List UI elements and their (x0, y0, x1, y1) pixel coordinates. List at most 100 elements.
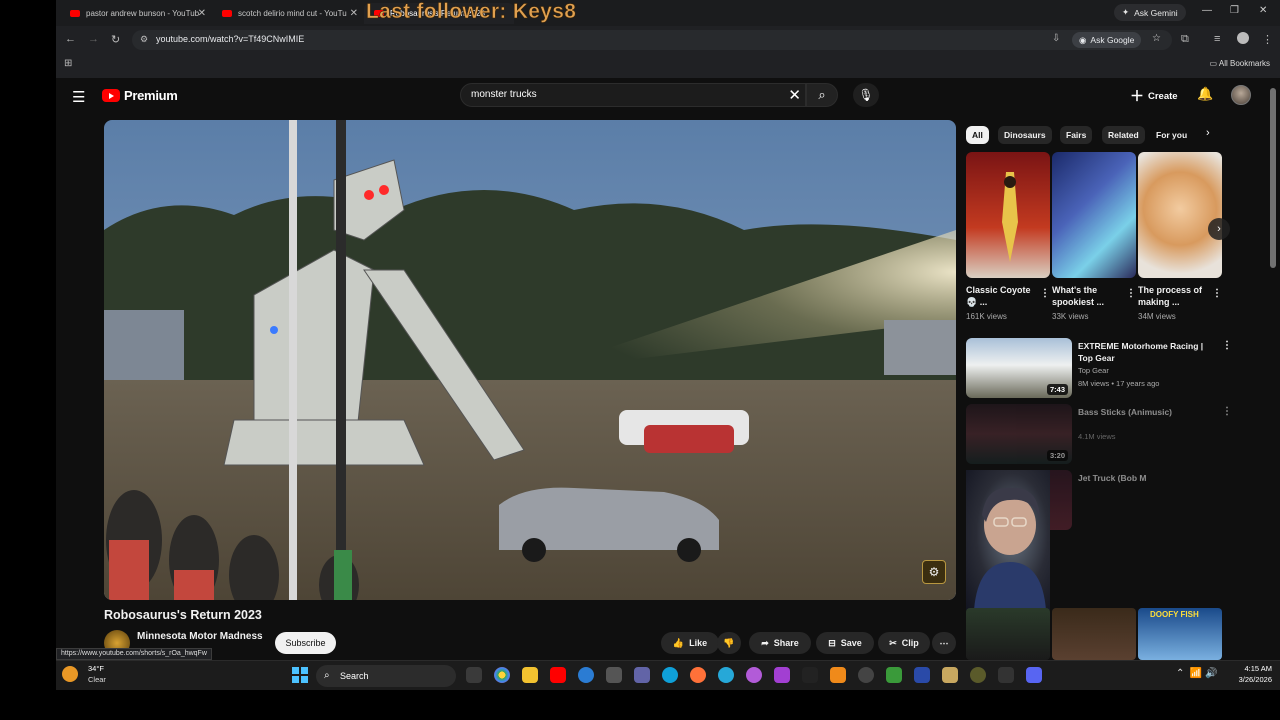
edge-icon[interactable] (662, 667, 678, 683)
taskbar-search-label: Search (340, 671, 369, 681)
app-icon[interactable] (886, 667, 902, 683)
firefox-icon[interactable] (690, 667, 706, 683)
account-avatar[interactable] (1231, 85, 1251, 105)
bottom-thumbnail[interactable] (966, 608, 1050, 660)
weather-moon-icon[interactable] (62, 666, 78, 682)
share-button[interactable]: ➦ Share (749, 632, 811, 654)
app-icon[interactable] (802, 667, 818, 683)
app-icon[interactable] (634, 667, 650, 683)
more-vertical-icon[interactable]: ⋮ (1126, 288, 1136, 299)
address-bar[interactable]: ⚙ youtube.com/watch?v=Tf49CNwIMIE ⇩ ◉ As… (132, 30, 1172, 50)
app-icon[interactable] (998, 667, 1014, 683)
ask-google-button[interactable]: ◉ Ask Google (1072, 32, 1142, 48)
clip-button[interactable]: ✂ Clip (878, 632, 930, 654)
close-tab-icon[interactable]: ✕ (198, 8, 206, 19)
weather-temperature[interactable]: 34°F (88, 664, 104, 673)
short-card[interactable]: Classic Coyote 💀 ... 161K views ⋮ (966, 152, 1050, 321)
dislike-button[interactable]: 👎 (717, 632, 741, 654)
menu-dots-icon[interactable]: ⋮ (1262, 33, 1273, 46)
minimize-icon[interactable]: — (1202, 5, 1212, 16)
shorts-next-chevron-icon[interactable]: › (1208, 218, 1230, 240)
short-thumbnail-art (1002, 172, 1018, 262)
notifications-bell-icon[interactable]: 🔔 (1197, 86, 1213, 102)
app-icon[interactable] (718, 667, 734, 683)
all-bookmarks-button[interactable]: ▭ All Bookmarks (1210, 59, 1270, 68)
system-tray-icons[interactable]: ⌃ 📶 🔊 (1176, 668, 1218, 679)
url-text[interactable]: youtube.com/watch?v=Tf49CNwIMIE (156, 34, 304, 44)
browser-chrome: pastor andrew bunson - YouTub ✕ scotch d… (56, 0, 1280, 78)
chip-related[interactable]: Related (1102, 126, 1145, 144)
more-vertical-icon[interactable]: ⋮ (1212, 288, 1222, 299)
recommendation-item[interactable]: 7:43 EXTREME Motorhome Racing | Top Gear… (966, 338, 1280, 400)
youtube-logo-icon (102, 89, 120, 102)
hamburger-menu-icon[interactable]: ☰ (72, 88, 85, 106)
logo-text: Premium (124, 88, 178, 103)
app-icon[interactable] (746, 667, 762, 683)
app-icon[interactable] (970, 667, 986, 683)
video-player[interactable]: ⚙ (104, 120, 956, 600)
install-app-icon[interactable]: ⇩ (1052, 33, 1060, 44)
app-icon[interactable] (914, 667, 930, 683)
voice-search-button[interactable]: 🎙 (853, 83, 879, 107)
browser-tab-1[interactable]: pastor andrew bunson - YouTub ✕ (60, 3, 210, 24)
file-explorer-icon[interactable] (522, 667, 538, 683)
bottom-thumbnail[interactable]: DOOFY FISH (1138, 608, 1222, 660)
more-actions-button[interactable]: ⋯ (932, 632, 956, 654)
chevron-right-icon[interactable]: › (1206, 127, 1210, 139)
like-label: Like (689, 638, 708, 648)
chip-fairs[interactable]: Fairs (1060, 126, 1093, 144)
app-icon[interactable] (858, 667, 874, 683)
discord-icon[interactable] (1026, 667, 1042, 683)
messenger-icon[interactable] (578, 667, 594, 683)
more-vertical-icon[interactable]: ⋮ (1222, 406, 1232, 417)
apps-grid-icon[interactable]: ⊞ (64, 58, 72, 69)
chip-for-you[interactable]: For you (1150, 126, 1193, 144)
task-view-icon[interactable] (466, 667, 482, 683)
chrome-icon[interactable] (494, 667, 510, 683)
chip-all[interactable]: All (966, 126, 989, 144)
more-vertical-icon[interactable]: ⋮ (1040, 288, 1050, 299)
bookmark-star-icon[interactable]: ☆ (1152, 33, 1161, 44)
search-input[interactable]: monster trucks ✕ (460, 83, 806, 107)
extensions-icon[interactable]: ⧉ (1181, 33, 1189, 46)
app-icon[interactable] (830, 667, 846, 683)
start-button-icon[interactable] (292, 667, 308, 683)
bottom-thumbnail[interactable] (1052, 608, 1136, 660)
create-button[interactable]: ＋ Create (1130, 86, 1178, 106)
channel-name[interactable]: Minnesota Motor Madness (137, 631, 263, 642)
reload-icon[interactable]: ↻ (111, 33, 120, 46)
clear-search-icon[interactable]: ✕ (788, 86, 801, 104)
ask-gemini-button[interactable]: ✦ Ask Gemini (1114, 4, 1186, 21)
recommendation-item[interactable]: 3:20 Bass Sticks (Animusic) 4.1M views ⋮ (966, 404, 1280, 466)
chip-dinosaurs[interactable]: Dinosaurs (998, 126, 1052, 144)
site-info-icon[interactable]: ⚙ (140, 34, 148, 45)
more-vertical-icon[interactable]: ⋮ (1222, 340, 1232, 351)
clock-time[interactable]: 4:15 AM (1226, 664, 1272, 673)
short-card[interactable]: What's the spookiest ... 33K views ⋮ (1052, 152, 1136, 321)
youtube-premium-logo[interactable]: Premium (102, 88, 178, 103)
like-button[interactable]: 👍 Like (661, 632, 719, 654)
lens-icon: ◉ (1079, 34, 1087, 45)
back-icon[interactable]: ← (65, 33, 76, 45)
app-icon[interactable] (774, 667, 790, 683)
weather-condition[interactable]: Clear (88, 675, 106, 684)
clock-date[interactable]: 3/26/2026 (1226, 675, 1272, 684)
profile-icon[interactable] (1237, 32, 1249, 44)
store-icon[interactable] (606, 667, 622, 683)
channel-watermark-icon[interactable]: ⚙ (922, 560, 946, 584)
subscribe-button[interactable]: Subscribe (275, 632, 336, 654)
recommendation-title: EXTREME Motorhome Racing | Top Gear (1078, 341, 1204, 363)
forward-icon[interactable]: → (88, 33, 99, 45)
close-tab-icon[interactable]: ✕ (350, 8, 358, 19)
taskbar-search[interactable]: ⌕ Search (316, 665, 456, 687)
short-card[interactable]: The process of making ... 34M views ⋮ (1138, 152, 1222, 321)
app-icon[interactable] (942, 667, 958, 683)
save-button[interactable]: ⊟ Save (816, 632, 874, 654)
page-scrollbar[interactable] (1270, 88, 1276, 268)
youtube-app-icon[interactable] (550, 667, 566, 683)
window-close-icon[interactable]: ✕ (1259, 5, 1267, 16)
maximize-icon[interactable]: ❐ (1230, 5, 1239, 16)
tab-search-icon[interactable]: ≡ (1214, 33, 1220, 45)
browser-tab-2[interactable]: scotch delirio mind cut - YouTu ✕ (212, 3, 362, 24)
search-button[interactable]: ⌕ (806, 83, 838, 107)
